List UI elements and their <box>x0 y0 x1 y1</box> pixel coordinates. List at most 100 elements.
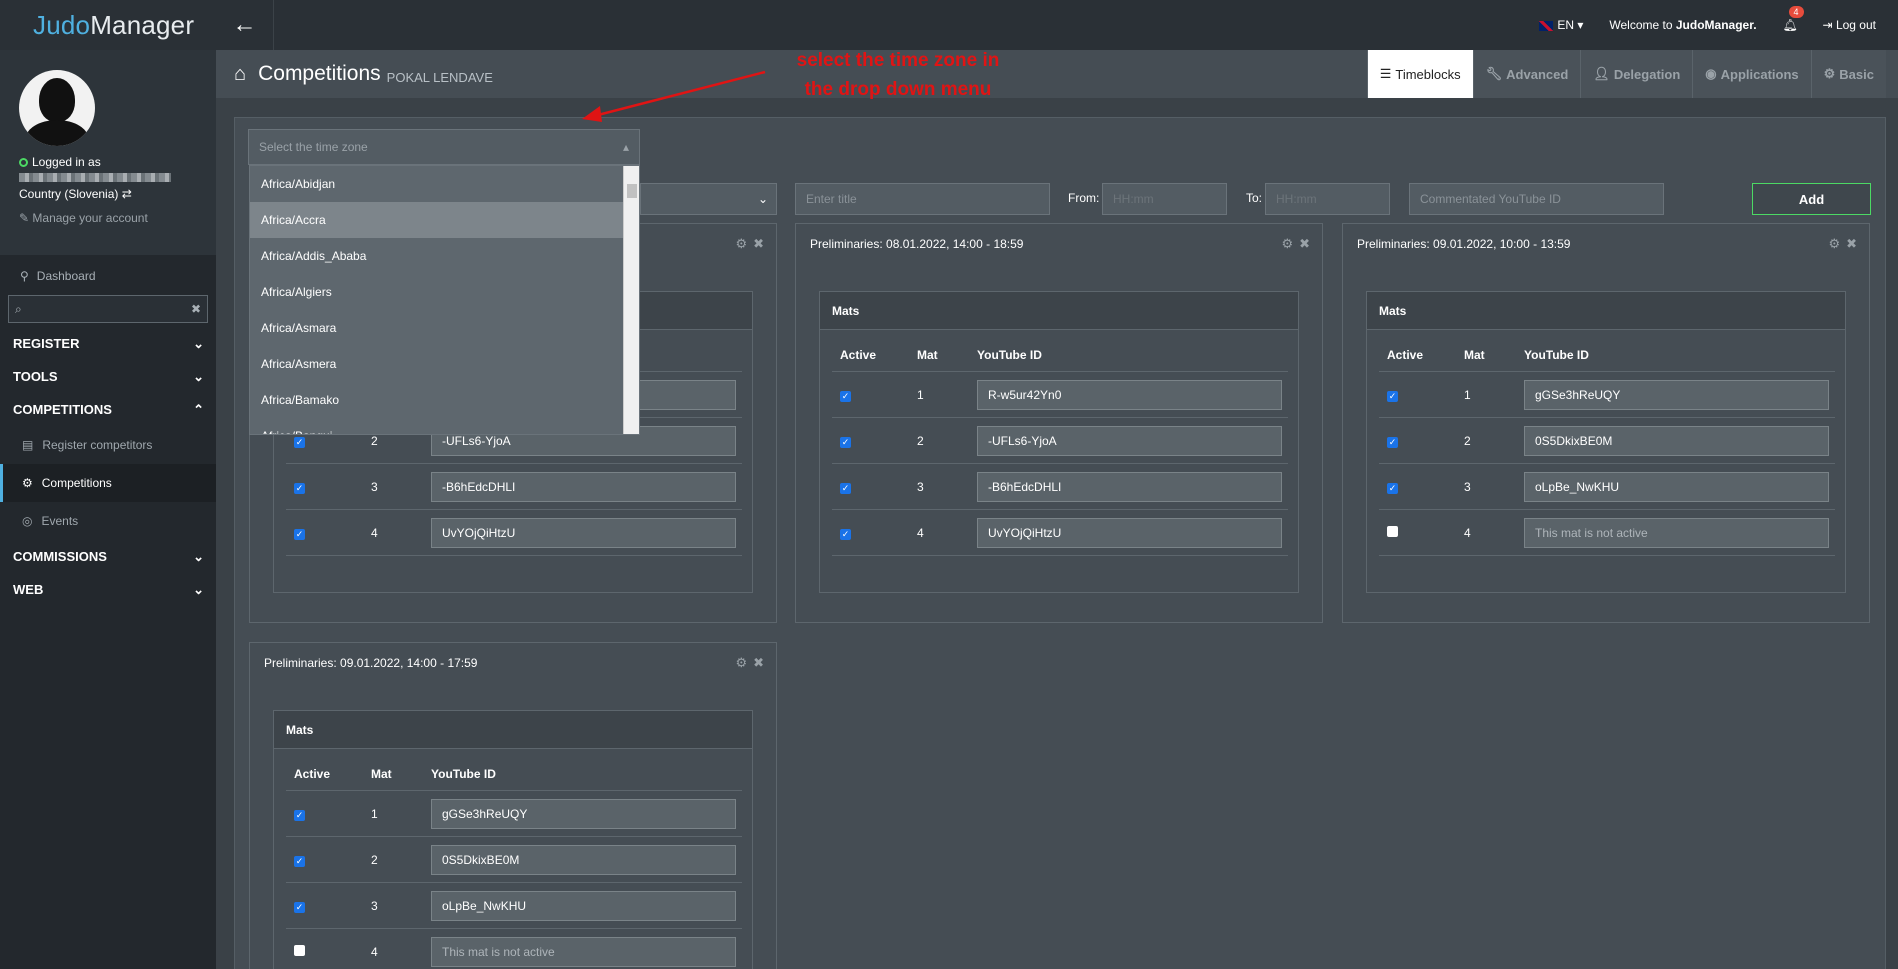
notifications-button[interactable]: 🔔︎ 4 <box>1782 6 1804 32</box>
youtube-id-input[interactable]: gGSe3hReUQY <box>1524 379 1829 410</box>
active-checkbox[interactable]: ✓ <box>1387 390 1398 402</box>
youtube-id-input[interactable]: UvYOjQiHtzU <box>977 517 1282 548</box>
timezone-option[interactable]: Africa/Asmera <box>250 346 639 382</box>
sidebar-item-competitions[interactable]: ⚙ Competitions <box>0 464 216 502</box>
add-label: Add <box>1798 191 1825 207</box>
youtube-id-input[interactable]: UvYOjQiHtzU <box>431 517 736 548</box>
section-label: WEB <box>13 582 44 597</box>
clear-search-icon[interactable]: ✖ <box>191 302 201 316</box>
gear-icon[interactable]: ⚙ <box>1828 236 1840 252</box>
table-row: ✓ 3 oLpBe_NwKHU <box>286 883 742 929</box>
chevron-down-icon: ⌄ <box>193 548 204 564</box>
timeblock-panel: Preliminaries: 08.01.2022, 14:00 - 18:59… <box>795 223 1323 623</box>
annotation-arrow <box>582 70 766 122</box>
country-switch[interactable]: Country (Slovenia) ⇄ <box>19 187 216 201</box>
active-checkbox[interactable]: ✓ <box>840 390 851 402</box>
active-checkbox[interactable]: ✓ <box>1387 436 1398 448</box>
active-checkbox[interactable] <box>1387 525 1398 537</box>
caret-up-icon: ▴ <box>622 140 629 154</box>
tab-advanced[interactable]: 🔧︎ Advanced <box>1472 50 1581 98</box>
timezone-option[interactable]: Africa/Asmara <box>250 310 639 346</box>
timeblock-title: Preliminaries: 09.01.2022, 14:00 - 17:59 <box>264 656 478 670</box>
title-input[interactable]: Enter title <box>795 183 1050 215</box>
home-icon[interactable]: ⌂ <box>234 63 246 86</box>
timezone-option[interactable]: Africa/Accra <box>250 202 639 238</box>
location-icon: ◎ <box>22 514 33 528</box>
active-checkbox[interactable]: ✓ <box>1387 482 1398 494</box>
youtube-id-input[interactable]: This mat is not active <box>431 936 736 967</box>
logo-part1: Judo <box>33 9 91 40</box>
logged-in-status: Logged in as <box>19 155 216 169</box>
sidebar-section-register[interactable]: REGISTER ⌄ <box>0 327 216 360</box>
sidebar-section-tools[interactable]: TOOLS ⌄ <box>0 360 216 393</box>
sidebar-section-competitions[interactable]: COMPETITIONS ⌃ <box>0 393 216 426</box>
chevron-down-icon: ⌄ <box>193 581 204 597</box>
youtube-id-input[interactable]: -B6hEdcDHLI <box>431 471 736 502</box>
youtube-id-input[interactable]: -B6hEdcDHLI <box>977 471 1282 502</box>
youtube-id-input[interactable]: oLpBe_NwKHU <box>1524 471 1829 502</box>
chevron-down-icon: ⌄ <box>757 192 768 206</box>
gear-icon[interactable]: ⚙ <box>735 655 747 671</box>
youtube-id-input[interactable]: This mat is not active <box>1524 517 1829 548</box>
active-checkbox[interactable] <box>294 944 305 956</box>
timezone-option[interactable]: Africa/Algiers <box>250 274 639 310</box>
youtube-id-input[interactable]: R-w5ur42Yn0 <box>977 379 1282 410</box>
back-button[interactable]: ← <box>216 0 274 50</box>
close-icon[interactable]: ✖ <box>753 236 764 252</box>
col-youtube: YouTube ID <box>1524 347 1589 362</box>
youtube-id-input[interactable]: 0S5DkixBE0M <box>1524 425 1829 456</box>
close-icon[interactable]: ✖ <box>1846 236 1857 252</box>
sidebar-section-commissions[interactable]: COMMISSIONS ⌄ <box>0 540 216 573</box>
from-time-input[interactable]: HH:mm <box>1102 183 1227 215</box>
sidebar-section-web[interactable]: WEB ⌄ <box>0 573 216 606</box>
active-checkbox[interactable]: ✓ <box>840 436 851 448</box>
sidebar-item-events[interactable]: ◎ Events <box>0 502 216 540</box>
sidebar-item-dashboard[interactable]: ⚲ Dashboard <box>0 259 216 293</box>
youtube-id-input[interactable]: oLpBe_NwKHU <box>431 890 736 921</box>
active-checkbox[interactable]: ✓ <box>294 901 305 913</box>
timezone-select[interactable]: Select the time zone ▴ <box>248 129 640 165</box>
gear-icon[interactable]: ⚙ <box>735 236 747 252</box>
timezone-option[interactable]: Africa/Bamako <box>250 382 639 418</box>
close-icon[interactable]: ✖ <box>753 655 764 671</box>
mats-panel: Mats Active Mat YouTube ID ✓ 1 R-w5ur42Yn0 ✓… <box>819 291 1299 593</box>
timezone-option[interactable]: Africa/Bangui <box>250 418 639 434</box>
from-placeholder: HH:mm <box>1113 192 1154 206</box>
country-label: Country (Slovenia) <box>19 187 119 201</box>
commentated-youtube-input[interactable]: Commentated YouTube ID <box>1409 183 1664 215</box>
gear-icon[interactable]: ⚙ <box>1281 236 1293 252</box>
active-checkbox[interactable]: ✓ <box>840 482 851 494</box>
language-selector[interactable]: EN ▾ <box>1539 18 1583 32</box>
timezone-option[interactable]: Africa/Addis_Ababa <box>250 238 639 274</box>
active-checkbox[interactable]: ✓ <box>294 436 305 448</box>
active-checkbox[interactable]: ✓ <box>840 528 851 540</box>
active-checkbox[interactable]: ✓ <box>294 855 305 867</box>
dropdown-scrollbar[interactable] <box>623 166 639 434</box>
timezone-dropdown[interactable]: Africa/Abidjan Africa/Accra Africa/Addis… <box>249 165 640 435</box>
tab-timeblocks[interactable]: ☰ Timeblocks <box>1366 50 1473 98</box>
close-icon[interactable]: ✖ <box>1299 236 1310 252</box>
tab-delegation[interactable]: 👤︎ Delegation <box>1580 50 1693 98</box>
timeblock-type-select[interactable]: ⌄ <box>640 183 777 215</box>
active-checkbox[interactable]: ✓ <box>294 528 305 540</box>
youtube-id-input[interactable]: gGSe3hReUQY <box>431 798 736 829</box>
youtube-id-input[interactable]: -UFLs6-YjoA <box>977 425 1282 456</box>
timezone-option[interactable]: Africa/Abidjan <box>250 166 639 202</box>
sidebar-search-input[interactable]: ⌕ ✖ <box>8 295 208 323</box>
sidebar-item-register-competitors[interactable]: ▤ Register competitors <box>0 426 216 464</box>
uk-flag-icon <box>1539 20 1554 31</box>
section-label: COMMISSIONS <box>13 549 107 564</box>
to-time-input[interactable]: HH:mm <box>1265 183 1390 215</box>
table-row: ✓ 3 -B6hEdcDHLI <box>286 464 742 510</box>
active-checkbox[interactable]: ✓ <box>294 482 305 494</box>
youtube-id-input[interactable]: 0S5DkixBE0M <box>431 844 736 875</box>
logout-button[interactable]: ⇥ Log out <box>1823 18 1876 32</box>
app-logo[interactable]: Judo Manager <box>0 0 216 50</box>
tab-basic[interactable]: ⚙ Basic <box>1810 50 1886 98</box>
notification-badge: 4 <box>1788 6 1804 18</box>
add-timeblock-button[interactable]: Add <box>1752 183 1871 215</box>
bell-icon: 🔔︎ <box>1782 18 1798 32</box>
manage-account-link[interactable]: ✎ Manage your account <box>19 211 216 225</box>
tab-applications[interactable]: ◉ Applications <box>1692 50 1811 98</box>
active-checkbox[interactable]: ✓ <box>294 809 305 821</box>
